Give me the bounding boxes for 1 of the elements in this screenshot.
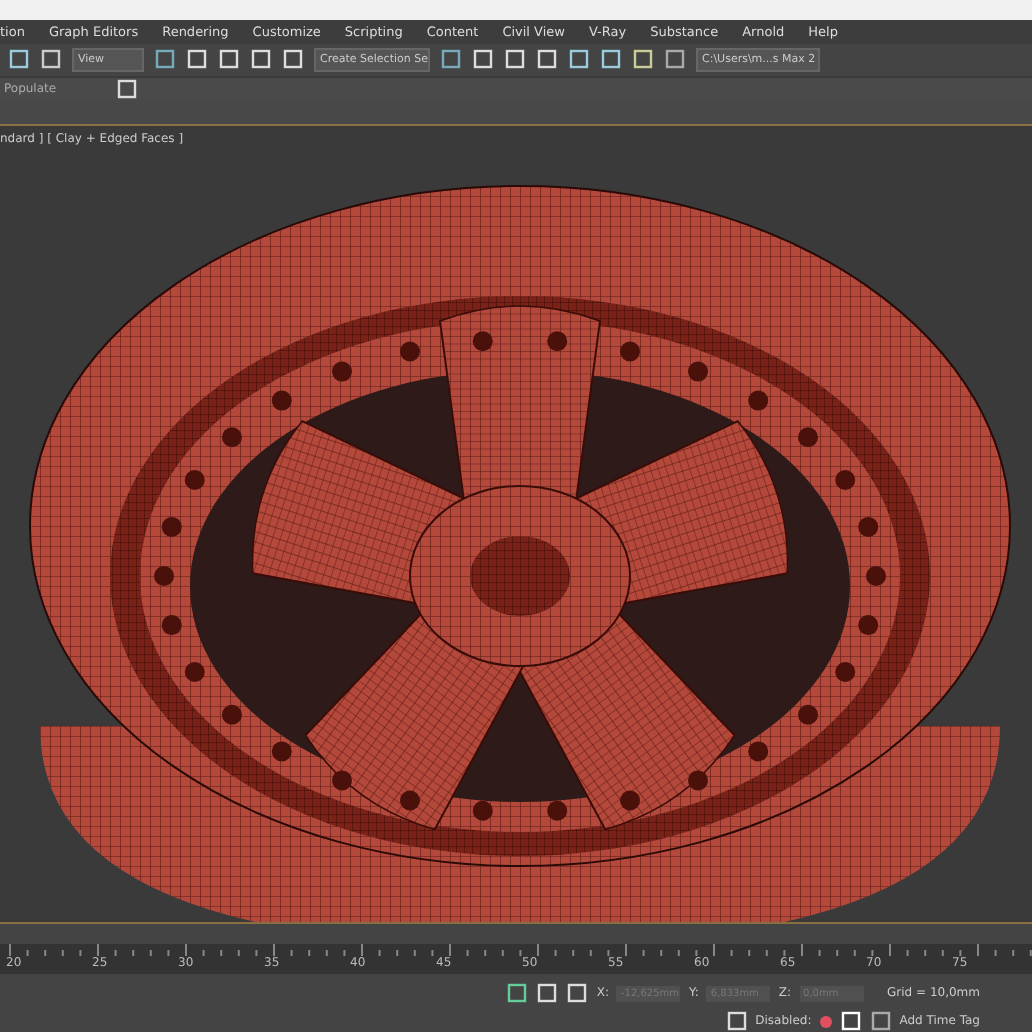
status-dot <box>819 1015 832 1027</box>
